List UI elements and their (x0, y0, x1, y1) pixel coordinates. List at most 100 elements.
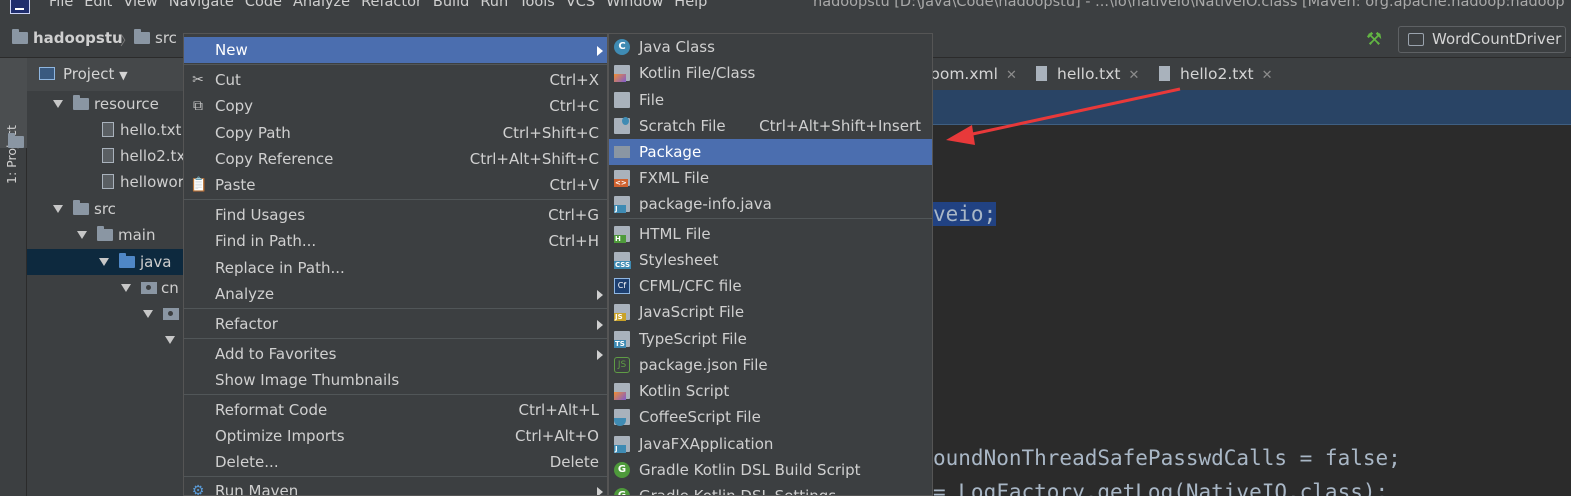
file-icon (614, 92, 630, 108)
tree-item-main[interactable]: main (77, 222, 155, 248)
build-hammer-icon[interactable]: ⚒ (1366, 29, 1386, 50)
menu-item-paste[interactable]: 📋 Paste Ctrl+V (184, 172, 607, 198)
text-file-icon (1036, 66, 1047, 81)
java-file-icon: J (614, 196, 630, 213)
submenu-arrow-icon (597, 350, 603, 360)
tab-hello-txt[interactable]: hello.txt ✕ (1036, 65, 1139, 83)
submenu-item-package-info[interactable]: J package-info.java (609, 191, 932, 217)
tab-pom-xml[interactable]: pom.xml ✕ (930, 65, 1017, 83)
menu-analyze[interactable]: Analyze (293, 0, 359, 10)
submenu-item-java-class[interactable]: C Java Class (609, 34, 932, 60)
folder-icon (97, 226, 113, 241)
expand-arrow-icon[interactable] (121, 284, 131, 292)
menu-item-show-image-thumbnails[interactable]: Show Image Thumbnails (184, 367, 607, 393)
menu-item-refactor[interactable]: Refactor (184, 311, 607, 337)
submenu-item-stylesheet[interactable]: CSS Stylesheet (609, 247, 932, 273)
clipboard-icon: 📋 (190, 177, 208, 193)
tab-hello2-txt[interactable]: hello2.txt ✕ (1159, 65, 1272, 83)
menu-item-cut[interactable]: ✂ Cut Ctrl+X (184, 67, 607, 93)
tree-item-java[interactable]: java (27, 249, 185, 275)
folder-icon (8, 133, 24, 148)
menu-file[interactable]: File (49, 0, 82, 10)
menu-item-find-usages[interactable]: Find Usages Ctrl+G (184, 202, 607, 228)
submenu-item-gradle-kotlin-build[interactable]: G Gradle Kotlin DSL Build Script (609, 457, 932, 483)
expand-arrow-icon[interactable] (53, 100, 63, 108)
submenu-item-html-file[interactable]: H HTML File (609, 221, 932, 247)
submenu-item-javascript-file[interactable]: JS JavaScript File (609, 299, 932, 325)
intellij-logo-icon (10, 0, 30, 14)
tree-item-src[interactable]: src (53, 196, 116, 222)
css-file-icon: CSS (614, 252, 632, 269)
expand-arrow-icon[interactable] (143, 310, 153, 318)
copy-icon: ⧉ (193, 98, 203, 114)
expand-arrow-icon[interactable] (77, 231, 87, 239)
menu-item-copy-reference[interactable]: Copy Reference Ctrl+Alt+Shift+C (184, 146, 607, 172)
menu-item-optimize-imports[interactable]: Optimize Imports Ctrl+Alt+O (184, 423, 607, 449)
scissors-icon: ✂ (192, 72, 204, 88)
tree-item-helloworld[interactable]: helloworld (102, 169, 185, 195)
menu-refactor[interactable]: Refactor (361, 0, 431, 10)
submenu-item-file[interactable]: File (609, 87, 932, 113)
menu-code[interactable]: Code (245, 0, 291, 10)
menu-item-delete[interactable]: Delete... Delete (184, 449, 607, 475)
text-file-icon (102, 148, 114, 163)
menu-separator (184, 476, 607, 477)
submenu-arrow-icon (597, 290, 603, 300)
submenu-item-cfml-file[interactable]: Cf CFML/CFC file (609, 273, 932, 299)
menu-item-copy-path[interactable]: Copy Path Ctrl+Shift+C (184, 120, 607, 146)
project-panel-header[interactable]: Project ▼ (27, 58, 185, 91)
code-line: = LogFactory.getLog(NativeIO.class); (933, 480, 1389, 496)
submenu-item-kotlin-file[interactable]: Kotlin File/Class (609, 60, 932, 86)
tree-item-package[interactable] (165, 327, 185, 353)
expand-arrow-icon[interactable] (99, 258, 109, 266)
tree-item-hello-txt[interactable]: hello.txt (102, 117, 181, 143)
menu-separator (184, 394, 607, 395)
menu-view[interactable]: View (123, 0, 166, 10)
tree-item-cn[interactable]: cn (121, 275, 179, 301)
tree-item-package[interactable] (143, 301, 183, 327)
menu-item-new[interactable]: New (184, 37, 607, 63)
menu-run[interactable]: Run (480, 0, 517, 10)
menu-item-copy[interactable]: ⧉ Copy Ctrl+C (184, 93, 607, 119)
menu-item-replace-in-path[interactable]: Replace in Path... (184, 255, 607, 281)
tree-item-resource[interactable]: resource (53, 91, 159, 117)
menu-help[interactable]: Help (674, 0, 716, 10)
breadcrumb-project[interactable]: hadoopstu (12, 29, 123, 47)
submenu-item-javafx-application[interactable]: J JavaFXApplication (609, 431, 932, 457)
submenu-item-fxml-file[interactable]: <> FXML File (609, 165, 932, 191)
breadcrumb-src[interactable]: src (134, 29, 177, 47)
menu-item-analyze[interactable]: Analyze (184, 281, 607, 307)
project-tool-tab[interactable]: 1: Project (0, 58, 27, 184)
submenu-item-scratch-file[interactable]: Scratch File Ctrl+Alt+Shift+Insert (609, 113, 932, 139)
menu-window[interactable]: Window (606, 0, 672, 10)
submenu-item-package-json[interactable]: JS package.json File (609, 352, 932, 378)
package-icon (141, 282, 157, 294)
menu-build[interactable]: Build (433, 0, 478, 10)
menu-navigate[interactable]: Navigate (169, 0, 243, 10)
menu-item-add-to-favorites[interactable]: Add to Favorites (184, 341, 607, 367)
folder-icon (73, 200, 89, 215)
run-configuration-select[interactable]: WordCountDriver (1398, 26, 1566, 53)
close-icon[interactable]: ✕ (1128, 68, 1139, 83)
menu-item-find-in-path[interactable]: Find in Path... Ctrl+H (184, 228, 607, 254)
text-file-icon (102, 174, 114, 189)
close-icon[interactable]: ✕ (1006, 68, 1017, 83)
tree-item-hello2-txt[interactable]: hello2.txt (102, 143, 185, 169)
menu-separator (184, 308, 607, 309)
submenu-item-gradle-kotlin-settings[interactable]: G Gradle Kotlin DSL Settings (609, 483, 932, 495)
project-panel-title[interactable]: Project ▼ (63, 65, 128, 83)
submenu-item-coffeescript-file[interactable]: CoffeeScript File (609, 404, 932, 430)
menu-edit[interactable]: Edit (84, 0, 121, 10)
code-line: oundNonThreadSafePasswdCalls = false; (933, 446, 1401, 470)
expand-arrow-icon[interactable] (165, 336, 175, 344)
menu-item-reformat-code[interactable]: Reformat Code Ctrl+Alt+L (184, 397, 607, 423)
menu-item-run-maven[interactable]: ⚙ Run Maven (184, 478, 607, 495)
menu-tools[interactable]: Tools (519, 0, 564, 10)
close-icon[interactable]: ✕ (1262, 68, 1273, 83)
text-file-icon (1159, 66, 1170, 81)
menu-vcs[interactable]: VCS (566, 0, 604, 10)
submenu-item-kotlin-script[interactable]: Kotlin Script (609, 378, 932, 404)
expand-arrow-icon[interactable] (53, 205, 63, 213)
submenu-item-package[interactable]: Package (609, 139, 932, 165)
submenu-item-typescript-file[interactable]: TS TypeScript File (609, 326, 932, 352)
